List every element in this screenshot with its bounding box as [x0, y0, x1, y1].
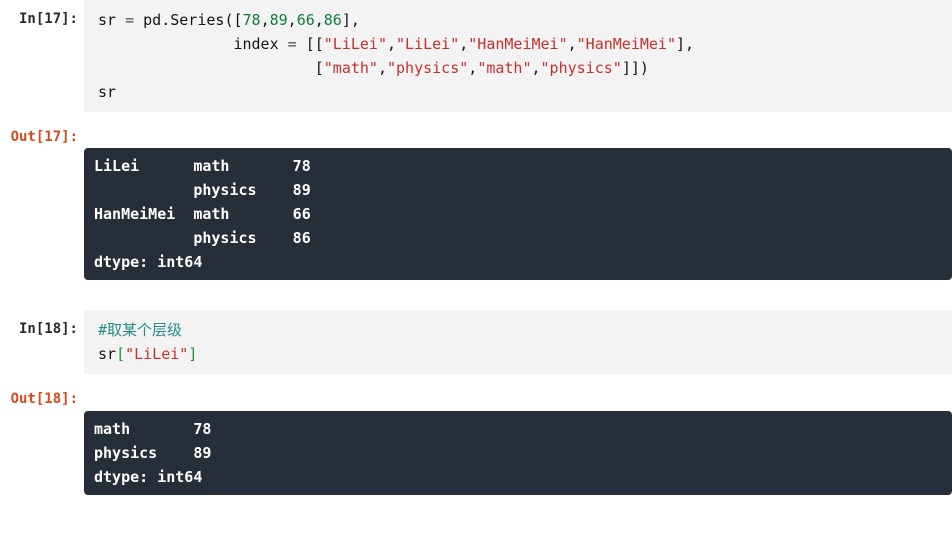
output-cell: Out[17]: [0, 118, 952, 148]
in-prompt: In[18]: [0, 310, 84, 374]
code-cell: In[17]: sr = pd.Series([78,89,66,86], in… [0, 0, 952, 112]
code-output: math 78 physics 89 dtype: int64 [84, 411, 952, 495]
code-input[interactable]: #取某个层级 sr["LiLei"] [84, 310, 952, 374]
code-input[interactable]: sr = pd.Series([78,89,66,86], index = [[… [84, 0, 952, 112]
out-prompt: Out[17]: [0, 118, 84, 148]
output-row: LiLei math 78 physics 89 HanMeiMei math … [0, 148, 952, 280]
code-output: LiLei math 78 physics 89 HanMeiMei math … [84, 148, 952, 280]
code-cell: In[18]: #取某个层级 sr["LiLei"] [0, 310, 952, 374]
in-prompt: In[17]: [0, 0, 84, 112]
out-prompt: Out[18]: [0, 380, 84, 410]
output-row: math 78 physics 89 dtype: int64 [0, 411, 952, 495]
output-cell: Out[18]: [0, 380, 952, 410]
